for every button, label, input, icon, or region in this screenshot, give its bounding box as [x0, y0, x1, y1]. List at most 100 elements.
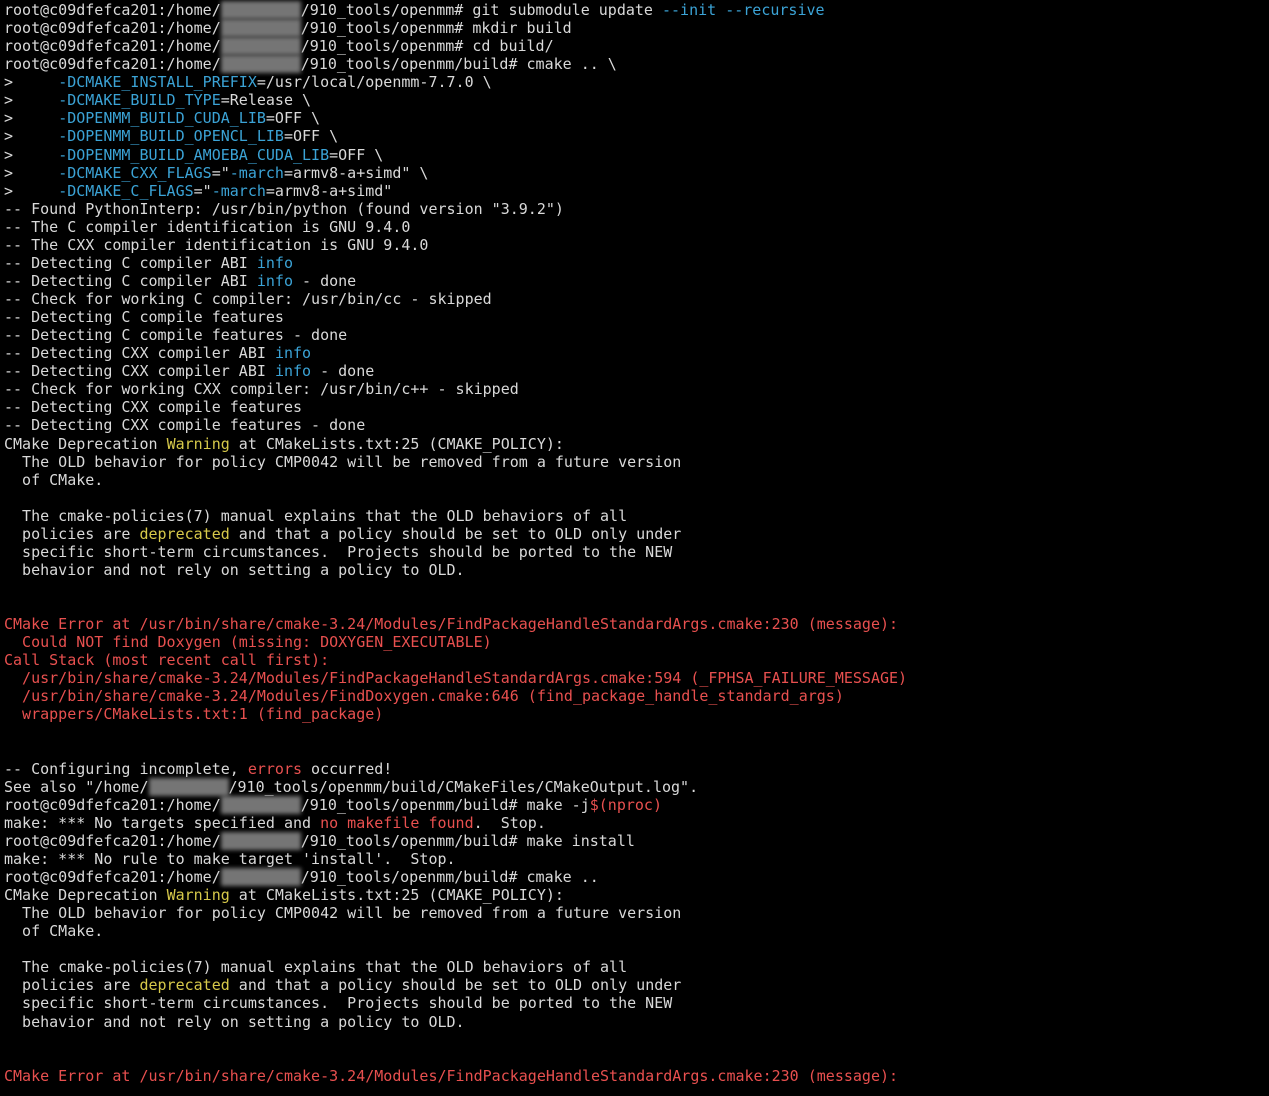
terminal-line: make: *** No rule to make target 'instal…	[4, 850, 1269, 868]
redacted-username-block	[220, 37, 301, 56]
redacted-username-block	[220, 795, 301, 814]
terminal-line: -- Check for working CXX compiler: /usr/…	[4, 380, 1269, 398]
terminal-line: -- The C compiler identification is GNU …	[4, 218, 1269, 236]
terminal-text-segment: -- Detecting C compiler ABI	[4, 271, 257, 290]
terminal-text-segment: /usr/bin/share/cmake-3.24/Modules/FindDo…	[4, 687, 844, 706]
terminal-line: The OLD behavior for policy CMP0042 will…	[4, 904, 1269, 922]
terminal-text-segment: -- Check for working CXX compiler: /usr/…	[4, 380, 519, 399]
terminal-line: CMake Deprecation Warning at CMakeLists.…	[4, 886, 1269, 904]
terminal-text-segment: errors	[247, 759, 303, 778]
terminal-text-segment: . Stop.	[473, 813, 546, 832]
redacted-username-block	[220, 868, 301, 886]
terminal-line: policies are deprecated and that a polic…	[4, 976, 1269, 994]
terminal-text-segment: -DOPENMM_BUILD_AMOEBA_CUDA_LIB	[58, 145, 330, 164]
terminal-text-segment: >	[4, 145, 59, 164]
terminal-text-segment: -- Detecting C compiler ABI	[4, 253, 257, 272]
terminal-text-segment: policies are	[4, 976, 140, 995]
redacted-username-block	[220, 831, 301, 850]
terminal-text-segment: root@c09dfefca201:/home/	[4, 1, 221, 19]
terminal-line: > -DCMAKE_INSTALL_PREFIX=/usr/local/open…	[4, 73, 1269, 91]
terminal-text-segment: /910_tools/openmm/build# make install	[300, 831, 635, 850]
terminal-line: of CMake.	[4, 471, 1269, 489]
terminal-text-segment: /910_tools/openmm# cd build/	[300, 37, 554, 56]
terminal-line: root@c09dfefca201:/home/ /910_tools/openm…	[4, 55, 1269, 74]
terminal-text-segment: -DCMAKE_CXX_FLAGS	[58, 163, 212, 182]
terminal-line: -- Detecting C compile features	[4, 308, 1269, 326]
terminal-text-segment: policies are	[4, 524, 140, 543]
terminal-text-segment: make: *** No rule to make target 'instal…	[4, 849, 456, 868]
terminal-line: The cmake-policies(7) manual explains th…	[4, 507, 1269, 525]
terminal-text-segment: CMake Error at /usr/bin/share/cmake-3.24…	[4, 615, 899, 634]
terminal-text-segment: no makefile found	[320, 813, 474, 832]
terminal-line: root@c09dfefca201:/home/ /910_tools/openm…	[4, 868, 1269, 886]
terminal-text-segment: ="	[211, 163, 230, 182]
terminal-text-segment: =armv8-a+simd"	[265, 181, 393, 200]
terminal-text-segment: The cmake-policies(7) manual explains th…	[4, 958, 628, 977]
terminal-text-segment: -DCMAKE_C_FLAGS	[58, 181, 194, 200]
terminal-text-segment: -march	[229, 163, 284, 182]
terminal-text-segment: -- The CXX compiler identification is GN…	[4, 235, 429, 254]
terminal-text-segment: -- Detecting C compile features - done	[4, 326, 348, 345]
terminal-text-segment: =/usr/local/openmm-7.7.0 \	[256, 73, 492, 92]
terminal-text-segment: -- Detecting C compile features	[4, 308, 284, 327]
terminal-line: CMake Deprecation Warning at CMakeLists.…	[4, 435, 1269, 453]
terminal-output: root@c09dfefca201:/home/ /910_tools/openm…	[4, 1, 1269, 1085]
terminal-line: root@c09dfefca201:/home/ /910_tools/openm…	[4, 831, 1269, 850]
terminal-text-segment: ="	[193, 181, 212, 200]
terminal-text-segment: CMake Deprecation	[4, 886, 167, 905]
terminal-line: of CMake.	[4, 922, 1269, 940]
terminal-text-segment: The OLD behavior for policy CMP0042 will…	[4, 904, 682, 923]
terminal-text-segment: >	[4, 127, 59, 146]
terminal-text-segment: =Release \	[220, 91, 312, 110]
terminal-window[interactable]: root@c09dfefca201:/home/ /910_tools/openm…	[0, 0, 1269, 1096]
terminal-line: See also "/home/ /910_tools/openmm/build/…	[4, 777, 1269, 796]
terminal-text-segment: -- Detecting CXX compiler ABI	[4, 344, 275, 363]
terminal-text-segment: -- Detecting CXX compile features	[4, 398, 303, 417]
terminal-text-segment: /910_tools/openmm# mkdir build	[300, 19, 572, 38]
terminal-line: /usr/bin/share/cmake-3.24/Modules/FindDo…	[4, 687, 1269, 705]
terminal-text-segment: -- Detecting CXX compile features - done	[4, 416, 366, 435]
terminal-text-segment: specific short-term circumstances. Proje…	[4, 994, 673, 1013]
terminal-text-segment: -DCMAKE_INSTALL_PREFIX	[58, 73, 257, 92]
terminal-text-segment: Warning	[166, 434, 230, 453]
terminal-line: -- Detecting C compiler ABI info - done	[4, 272, 1269, 290]
terminal-line: The cmake-policies(7) manual explains th…	[4, 958, 1269, 976]
terminal-line: specific short-term circumstances. Proje…	[4, 994, 1269, 1012]
terminal-line: -- Detecting C compile features - done	[4, 326, 1269, 344]
terminal-text-segment: >	[4, 163, 59, 182]
terminal-text-segment: specific short-term circumstances. Proje…	[4, 542, 673, 561]
terminal-line: -- Detecting CXX compiler ABI info	[4, 344, 1269, 362]
redacted-username-block	[220, 55, 301, 74]
terminal-text-segment: /910_tools/openmm/build# cmake ..	[300, 868, 599, 886]
terminal-text-segment: =OFF \	[265, 109, 321, 128]
terminal-text-segment: root@c09dfefca201:/home/	[4, 831, 221, 850]
terminal-line: root@c09dfefca201:/home/ /910_tools/openm…	[4, 795, 1269, 814]
terminal-line: -- The CXX compiler identification is GN…	[4, 236, 1269, 254]
terminal-text-segment: -- Configuring incomplete,	[4, 759, 248, 778]
terminal-line: root@c09dfefca201:/home/ /910_tools/openm…	[4, 37, 1269, 56]
terminal-text-segment: CMake Error at /usr/bin/share/cmake-3.24…	[4, 1066, 899, 1085]
terminal-text-segment: - done	[311, 362, 375, 381]
terminal-line: root@c09dfefca201:/home/ /910_tools/openm…	[4, 19, 1269, 38]
terminal-line: -- Found PythonInterp: /usr/bin/python (…	[4, 200, 1269, 218]
terminal-text-segment: -DOPENMM_BUILD_CUDA_LIB	[58, 109, 266, 128]
terminal-line: > -DOPENMM_BUILD_AMOEBA_CUDA_LIB=OFF \	[4, 146, 1269, 164]
terminal-text-segment: behavior and not rely on setting a polic…	[4, 560, 465, 579]
terminal-text-segment: -- Check for working C compiler: /usr/bi…	[4, 290, 492, 308]
terminal-text-segment: Warning	[166, 886, 230, 905]
terminal-line: > -DOPENMM_BUILD_OPENCL_LIB=OFF \	[4, 127, 1269, 145]
terminal-text-segment: Could NOT find Doxygen (missing: DOXYGEN…	[4, 633, 492, 652]
terminal-text-segment: root@c09dfefca201:/home/	[4, 19, 221, 38]
terminal-text-segment: /910_tools/openmm# git submodule update	[300, 1, 662, 19]
terminal-text-segment: =armv8-a+simd" \	[283, 163, 429, 182]
terminal-text-segment: root@c09dfefca201:/home/	[4, 55, 221, 74]
terminal-text-segment: -- The C compiler identification is GNU …	[4, 217, 411, 236]
terminal-line: Call Stack (most recent call first):	[4, 651, 1269, 669]
terminal-line: policies are deprecated and that a polic…	[4, 525, 1269, 543]
terminal-line: CMake Error at /usr/bin/share/cmake-3.24…	[4, 1067, 1269, 1085]
terminal-text-segment: info	[256, 253, 293, 272]
terminal-text-segment: -- Detecting CXX compiler ABI	[4, 362, 275, 381]
